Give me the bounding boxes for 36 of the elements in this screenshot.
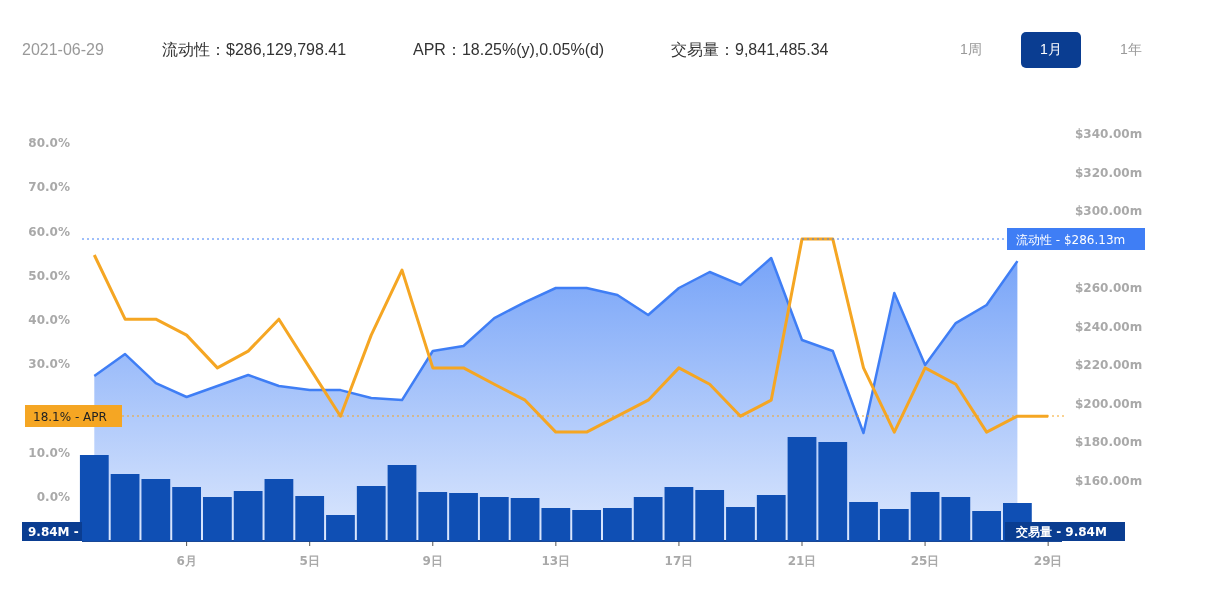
range-tab[interactable]: 1年 [1101, 32, 1161, 68]
axis-tick-label: 13日 [541, 554, 571, 568]
range-tab[interactable]: 1月 [1021, 32, 1081, 68]
axis-tick-label: $260.00m [1075, 281, 1143, 295]
axis-tick-label: $180.00m [1075, 435, 1143, 450]
axis-tick-label: 70.0% [28, 180, 70, 195]
liquidity-price-label: 流动性 - $286.13m [1007, 228, 1145, 250]
axis-tick-label: $160.00m [1075, 473, 1143, 488]
volume-price-label: 9.84M - [22, 522, 82, 541]
axis-tick-label: 5日 [299, 554, 320, 568]
stat-text: 交易量：9,841,485.34 [671, 39, 829, 60]
axis-tick-label: 10.0% [28, 445, 70, 460]
apr-price-label: 18.1% - APR [25, 405, 122, 427]
axis-tick-label: 80.0% [28, 136, 70, 150]
stat-text: 流动性：$286,129,798.41 [162, 39, 348, 60]
axis-tick-label: 25日 [910, 554, 940, 568]
axis-tick-label: 50.0% [28, 268, 70, 283]
axis-tick-label: 17日 [664, 554, 694, 568]
axis-tick-label: 0.0% [36, 490, 70, 505]
date-label: 2021-06-29 [22, 41, 105, 59]
axis-tick-label: 40.0% [28, 313, 70, 328]
axis-tick-label: 9日 [422, 554, 443, 568]
axis-tick-label: $340.00m [1075, 127, 1143, 141]
axis-tick-label: $220.00m [1075, 358, 1143, 373]
range-tab[interactable]: 1周 [941, 32, 1001, 68]
axis-tick-label: 29日 [1033, 554, 1063, 568]
axis-tick-label: 30.0% [28, 357, 70, 372]
axis-tick-label: 60.0% [28, 224, 70, 239]
axis-tick-label: 6月 [176, 554, 197, 568]
axis-tick-label: 21日 [787, 554, 817, 568]
axis-tick-label: $320.00m [1075, 165, 1143, 180]
axis-tick-label: $240.00m [1075, 319, 1143, 334]
axis-tick-label: $200.00m [1075, 396, 1143, 411]
volume-price-label: 交易量 - 9.84M [1005, 522, 1125, 541]
axis-tick-label: $300.00m [1075, 204, 1143, 218]
stat-text: APR：18.25%(y),0.05%(d) [413, 39, 606, 60]
